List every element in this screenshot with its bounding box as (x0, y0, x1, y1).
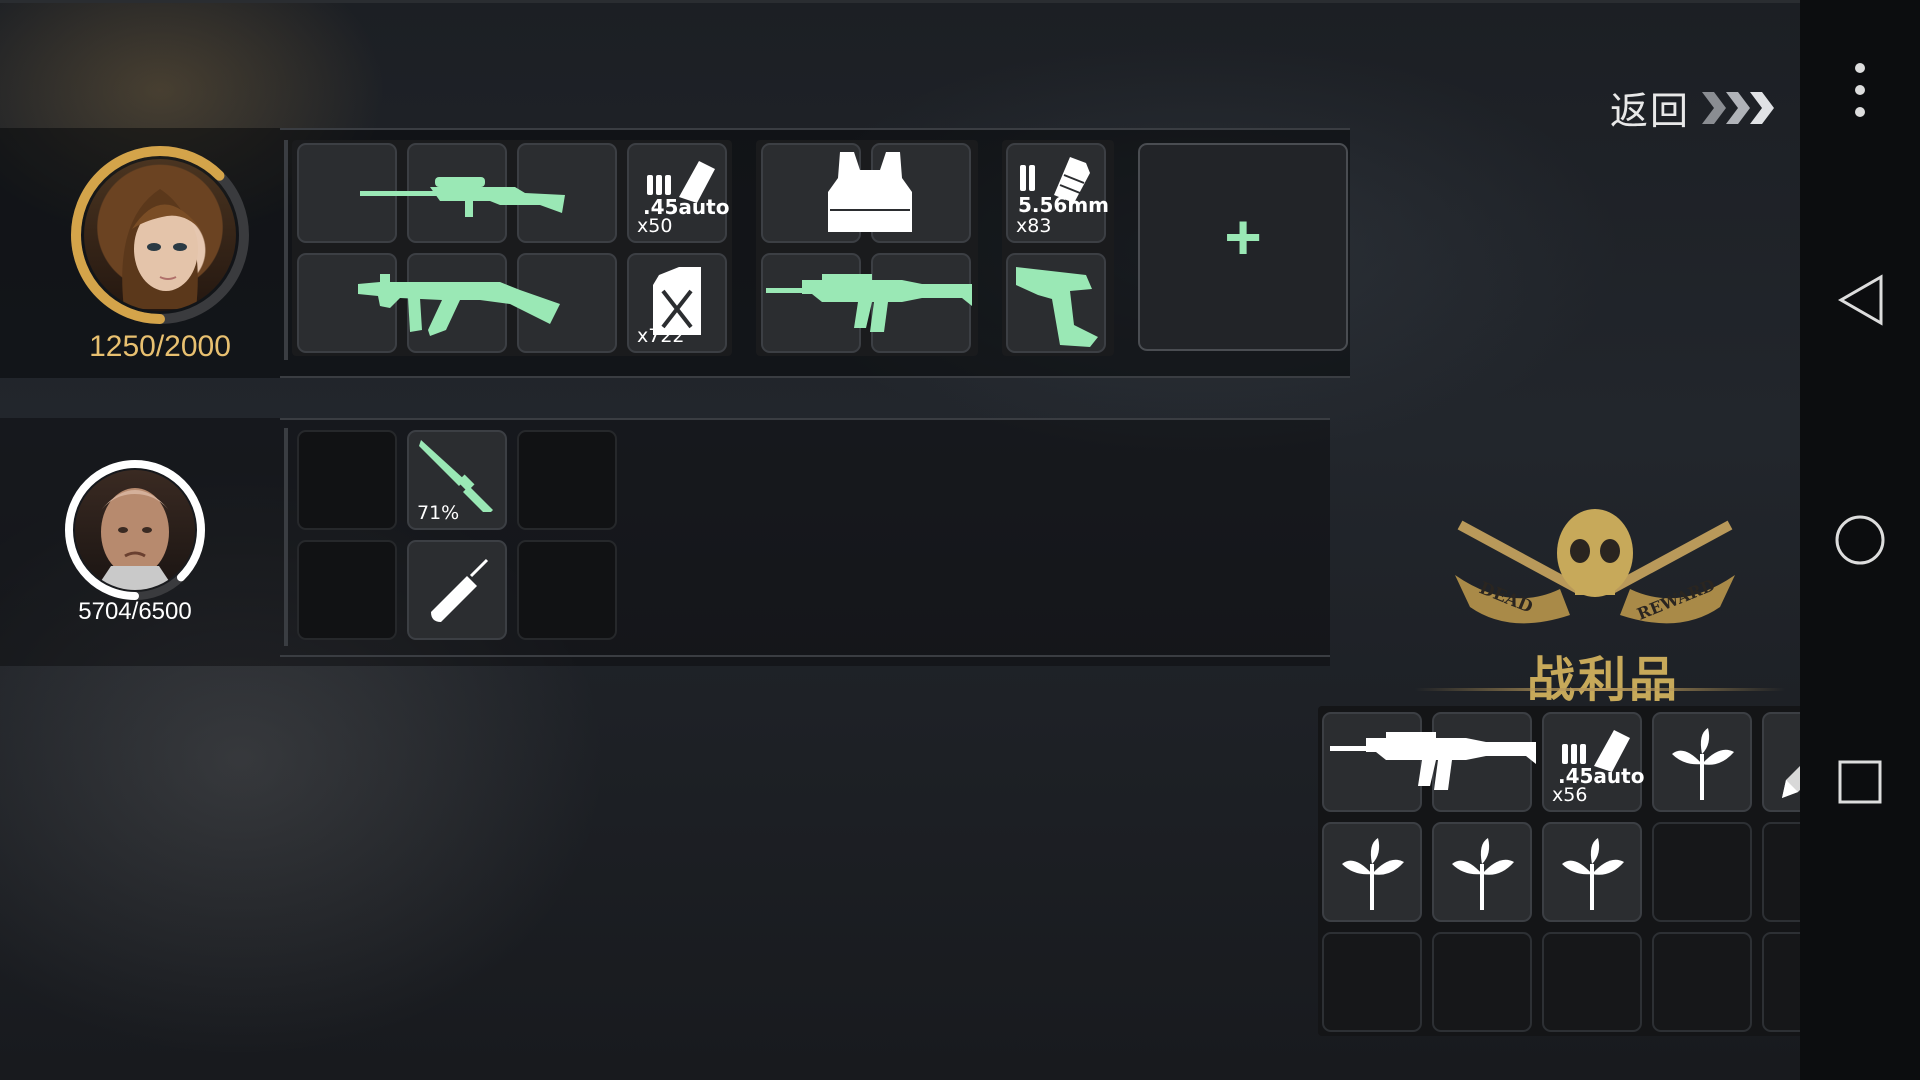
hero1-avatar (84, 159, 236, 311)
dead-reward-emblem: DEAD REWARD (1450, 495, 1740, 640)
loot-slot-empty-3[interactable] (1322, 932, 1422, 1032)
vial-icon (431, 558, 489, 622)
top-divider (0, 0, 1800, 3)
loot-divider (1415, 688, 1785, 691)
loot-slot-herb-1[interactable] (1652, 712, 1752, 812)
herb-icon (1452, 838, 1514, 910)
hero1-face-icon (122, 189, 202, 309)
herb-icon (1672, 728, 1734, 800)
slot-empty-2[interactable] (517, 430, 617, 530)
loot-slot-empty-1[interactable] (1652, 822, 1752, 922)
slot-ammo-45[interactable]: .45auto x50 (627, 143, 729, 243)
loot-slot-empty-4[interactable] (1432, 932, 1532, 1032)
loot-ammo-count: x56 (1552, 784, 1588, 806)
slot-knife[interactable]: 71% (407, 430, 507, 530)
hero2-card[interactable]: 5704/6500 (55, 455, 245, 635)
hero1-hp-text: 1250/2000 (89, 330, 231, 363)
slot-empty-3[interactable] (297, 540, 397, 640)
fuel-count: x722 (637, 325, 685, 347)
hero1-card[interactable]: 1250/2000 (60, 140, 260, 370)
slot-fuel[interactable]: x722 (627, 253, 727, 353)
slot-empty-1[interactable] (297, 430, 397, 530)
hero2-face-icon (95, 488, 175, 590)
loot-slot-ammo[interactable]: .45auto x56 (1542, 712, 1644, 812)
hero1-separator (284, 140, 288, 360)
knife-icon (419, 440, 493, 512)
add-symbol: + (1224, 201, 1262, 273)
herb-icon (1342, 838, 1404, 910)
ammo556-caliber: 5.56mm (1018, 193, 1110, 217)
hero2-hp-text: 5704/6500 (78, 598, 192, 625)
nav-home-button[interactable] (1800, 510, 1920, 570)
skull-emblem-icon (1455, 509, 1735, 624)
loot-slot-herb-3[interactable] (1432, 822, 1532, 922)
ammo556-count: x83 (1016, 215, 1052, 237)
hero2-band-bottom (280, 655, 1330, 657)
system-nav-bar (1800, 0, 1920, 1080)
back-label: 返回 (1610, 89, 1691, 133)
triangle-back-icon (1837, 274, 1883, 326)
chevrons-right-icon (1702, 91, 1775, 124)
slot-medicine[interactable] (407, 540, 507, 640)
hero2-avatar (75, 470, 195, 590)
loot-slot-herb-4[interactable] (1542, 822, 1642, 922)
sniper-rifle-icon (350, 155, 570, 225)
hero1-band-bottom (280, 376, 1350, 378)
slot-empty-4[interactable] (517, 540, 617, 640)
loot-rifle-icon (1326, 720, 1536, 800)
herb-icon (1562, 838, 1624, 910)
ammo45-count: x50 (637, 215, 673, 237)
loot-title: 战利品 (1527, 652, 1681, 708)
loot-slot-empty-5[interactable] (1542, 932, 1642, 1032)
hero2-separator (284, 428, 288, 646)
add-slot-button[interactable]: + (1138, 143, 1348, 351)
assault-rifle-icon (350, 260, 570, 350)
m4-rifle-icon (762, 262, 972, 342)
slot-ammo-556[interactable]: 5.56mm x83 (1006, 143, 1110, 243)
body-armor-icon (820, 148, 920, 238)
square-recents-icon (1838, 760, 1882, 804)
knife-durability: 71% (417, 502, 460, 524)
hero1-band-top (280, 128, 1350, 130)
nav-back-button[interactable] (1800, 270, 1920, 330)
more-vertical-icon (1855, 63, 1865, 117)
circle-home-icon (1835, 515, 1885, 565)
pistol-icon (1016, 267, 1098, 347)
loot-slot-herb-2[interactable] (1322, 822, 1422, 922)
more-options-button[interactable] (1800, 60, 1920, 120)
back-button[interactable]: 返回 (1610, 80, 1778, 135)
nav-recents-button[interactable] (1800, 752, 1920, 812)
loot-slot-empty-6[interactable] (1652, 932, 1752, 1032)
slot-pistol[interactable] (1006, 253, 1106, 353)
hero2-band-top (280, 418, 1330, 420)
